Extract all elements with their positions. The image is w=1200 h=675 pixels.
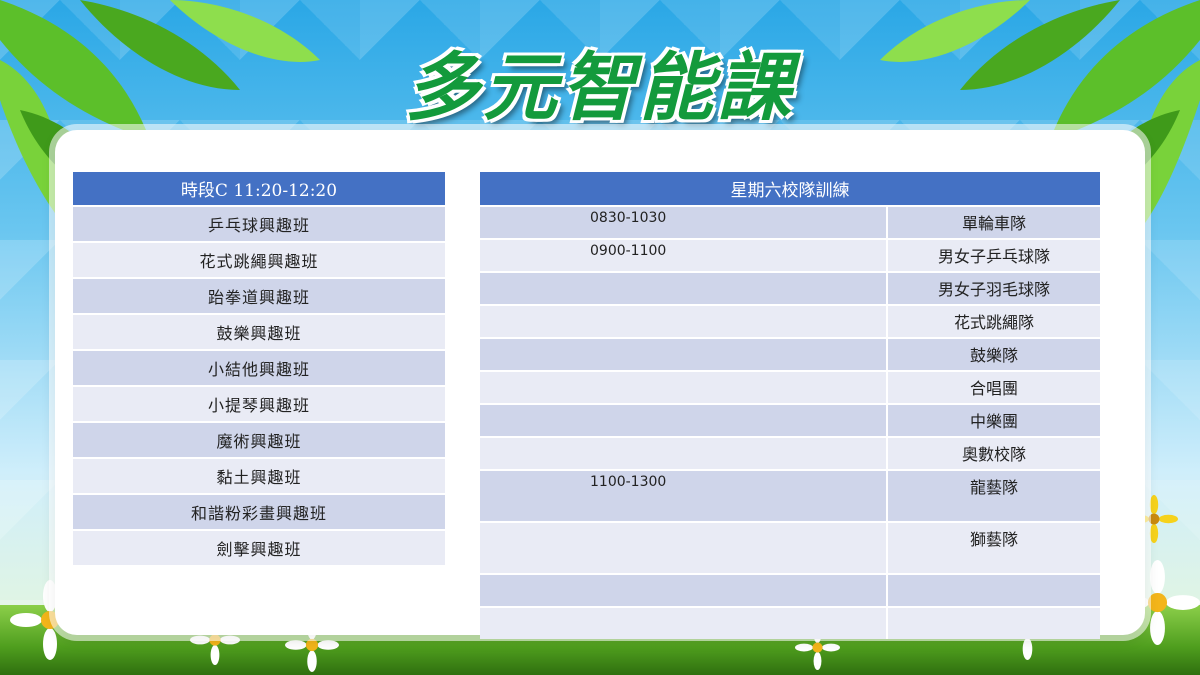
table-row: 花式跳繩興趣班 bbox=[73, 243, 445, 277]
table-row: 跆拳道興趣班 bbox=[73, 279, 445, 313]
table-row: 鼓樂隊 bbox=[480, 339, 1100, 370]
time-cell bbox=[480, 372, 886, 403]
table-row: 劍擊興趣班 bbox=[73, 531, 445, 565]
time-cell: 0830-1030 bbox=[480, 207, 886, 238]
table-row: 小提琴興趣班 bbox=[73, 387, 445, 421]
time-cell bbox=[480, 608, 886, 639]
team-cell: 獅藝隊 bbox=[886, 523, 1100, 573]
class-name: 黏土興趣班 bbox=[73, 459, 445, 493]
school-team-table: 星期六校隊訓練 0830-1030 單輪車隊 0900-1100 男女子乒乓球隊 男… bbox=[480, 170, 1100, 641]
team-cell: 奧數校隊 bbox=[886, 438, 1100, 469]
table-header: 時段C 11:20-12:20 bbox=[73, 172, 445, 205]
table-row bbox=[480, 575, 1100, 606]
class-name: 劍擊興趣班 bbox=[73, 531, 445, 565]
time-cell bbox=[480, 405, 886, 436]
table-row bbox=[480, 608, 1100, 639]
time-cell bbox=[480, 523, 886, 573]
team-cell: 花式跳繩隊 bbox=[886, 306, 1100, 337]
table-row: 奧數校隊 bbox=[480, 438, 1100, 469]
table-row: 男女子羽毛球隊 bbox=[480, 273, 1100, 304]
time-cell bbox=[480, 438, 886, 469]
time-cell bbox=[480, 575, 886, 606]
table-row: 獅藝隊 bbox=[480, 523, 1100, 573]
table-header: 星期六校隊訓練 bbox=[480, 172, 1100, 205]
team-cell: 鼓樂隊 bbox=[886, 339, 1100, 370]
table-row: 0900-1100 男女子乒乓球隊 bbox=[480, 240, 1100, 271]
time-cell bbox=[480, 306, 886, 337]
team-cell: 男女子羽毛球隊 bbox=[886, 273, 1100, 304]
table-row: 花式跳繩隊 bbox=[480, 306, 1100, 337]
table-row: 黏土興趣班 bbox=[73, 459, 445, 493]
table-row: 魔術興趣班 bbox=[73, 423, 445, 457]
time-cell bbox=[480, 339, 886, 370]
time-cell bbox=[480, 273, 886, 304]
table-row: 鼓樂興趣班 bbox=[73, 315, 445, 349]
team-cell: 合唱團 bbox=[886, 372, 1100, 403]
table-row: 合唱團 bbox=[480, 372, 1100, 403]
table-row: 0830-1030 單輪車隊 bbox=[480, 207, 1100, 238]
team-cell: 龍藝隊 bbox=[886, 471, 1100, 521]
class-name: 和諧粉彩畫興趣班 bbox=[73, 495, 445, 529]
interest-class-table: 時段C 11:20-12:20 乒乓球興趣班 花式跳繩興趣班 跆拳道興趣班 鼓樂… bbox=[73, 170, 445, 567]
team-cell: 單輪車隊 bbox=[886, 207, 1100, 238]
class-name: 小結他興趣班 bbox=[73, 351, 445, 385]
table-row: 小結他興趣班 bbox=[73, 351, 445, 385]
class-name: 小提琴興趣班 bbox=[73, 387, 445, 421]
table-row: 乒乓球興趣班 bbox=[73, 207, 445, 241]
table-row: 1100-1300 龍藝隊 bbox=[480, 471, 1100, 521]
team-cell: 男女子乒乓球隊 bbox=[886, 240, 1100, 271]
team-cell bbox=[886, 608, 1100, 639]
page-title: 多元智能課 bbox=[405, 45, 795, 131]
class-name: 乒乓球興趣班 bbox=[73, 207, 445, 241]
team-cell: 中樂團 bbox=[886, 405, 1100, 436]
class-name: 鼓樂興趣班 bbox=[73, 315, 445, 349]
content-panel: 時段C 11:20-12:20 乒乓球興趣班 花式跳繩興趣班 跆拳道興趣班 鼓樂… bbox=[55, 130, 1145, 639]
time-cell: 1100-1300 bbox=[480, 471, 886, 521]
table-row: 中樂團 bbox=[480, 405, 1100, 436]
table-row: 和諧粉彩畫興趣班 bbox=[73, 495, 445, 529]
class-name: 花式跳繩興趣班 bbox=[73, 243, 445, 277]
time-cell: 0900-1100 bbox=[480, 240, 886, 271]
class-name: 跆拳道興趣班 bbox=[73, 279, 445, 313]
team-cell bbox=[886, 575, 1100, 606]
class-name: 魔術興趣班 bbox=[73, 423, 445, 457]
